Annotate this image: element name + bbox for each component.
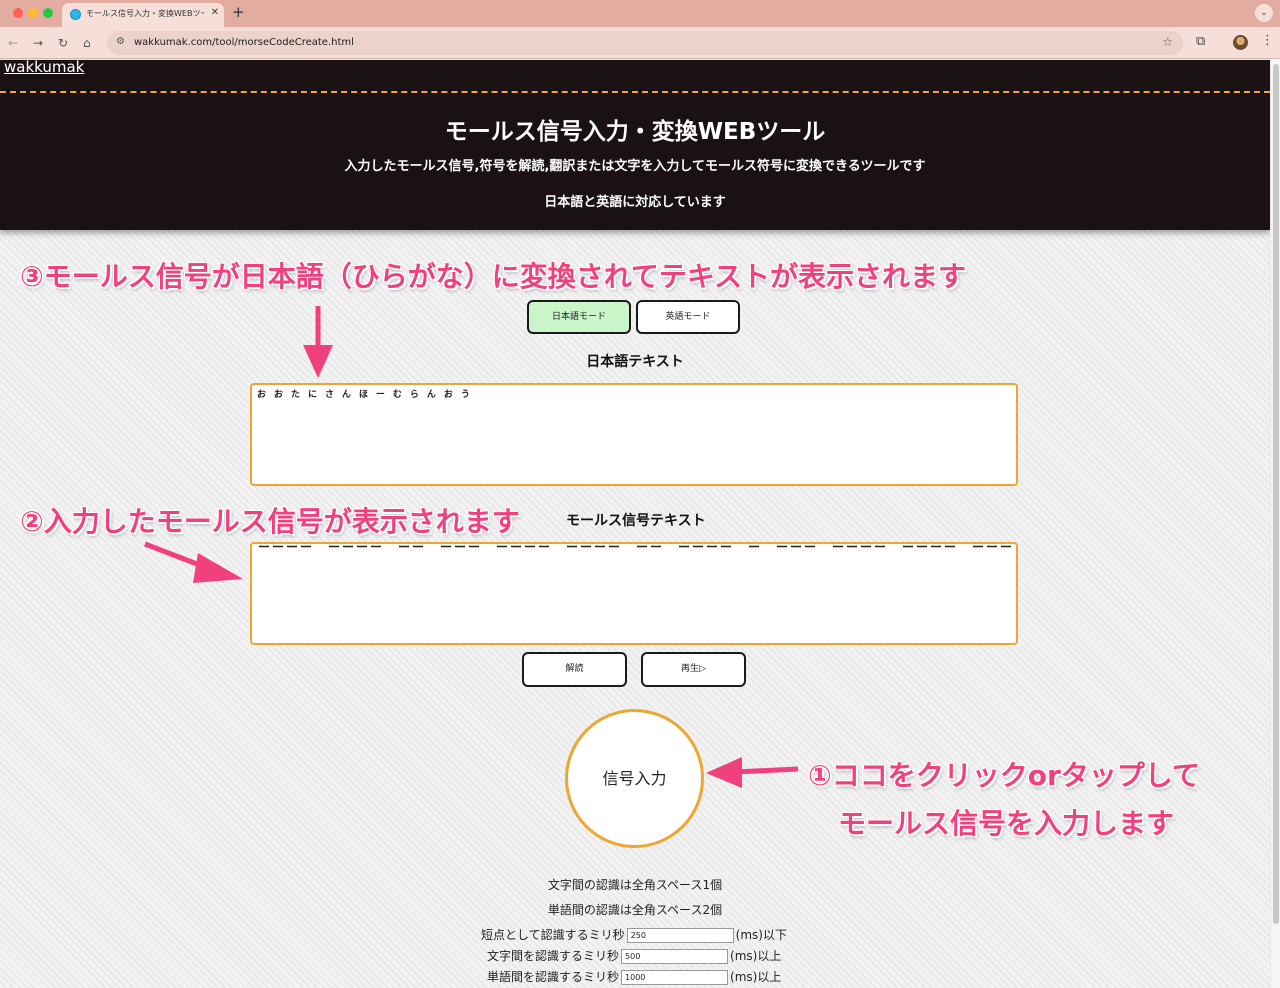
annotation-step2: ②入力したモールス信号が表示されます [20,505,520,538]
reload-icon[interactable]: ↻ [58,35,68,51]
annotation-step1-line2: モールス信号を入力します [838,807,1175,840]
site-header: wakkumak モールス信号入力・変換WEBツール 入力したモールス信号,符号… [0,58,1270,230]
url-text[interactable]: wakkumak.com/tool/morseCodeCreate.html [134,37,354,48]
char-ms-label: 文字間を認識するミリ秒 [487,949,620,963]
annotation-step3: ③モールス信号が日本語（ひらがな）に変換されてテキストが表示されます [20,260,967,293]
arrow-to-morse-icon [144,541,243,583]
word-ms-unit: (ms)以上 [730,970,782,984]
short-ms-label: 短点として認識するミリ秒 [481,928,625,942]
char-ms-setting: 文字間を認識するミリ秒 500 (ms)以上 [487,947,781,964]
forward-icon[interactable]: → [33,35,43,51]
browser-tab[interactable]: モールス信号入力・変換WEBツール ✕ [62,3,224,27]
morse-text-value: ーーーー ーーーー ーー ーーー ーーーー ーーーー ーー ーーーー ー ーーー… [258,542,1015,554]
browser-tab-bar: モールス信号入力・変換WEBツール ✕ + ⌄ [0,0,1280,27]
page-scrollbar[interactable] [1270,60,1280,988]
browser-menu-icon[interactable]: ⋮ [1261,33,1274,48]
word-ms-input[interactable]: 1000 [621,970,729,985]
page-description: 入力したモールス信号,符号を解読,翻訳または文字を入力してモールス符号に変換でき… [344,159,926,174]
site-logo-link[interactable]: wakkumak [4,58,84,76]
profile-avatar[interactable] [1233,35,1248,50]
home-icon[interactable]: ⌂ [83,35,91,51]
decode-button[interactable]: 解読 [522,652,627,687]
morse-textarea[interactable]: ーーーー ーーーー ーー ーーー ーーーー ーーーー ーー ーーーー ー ーーー… [250,542,1018,645]
close-window-icon[interactable] [13,8,23,18]
maximize-window-icon[interactable] [43,8,53,18]
site-info-icon[interactable]: ⚙ [116,36,125,47]
morse-text-label: モールス信号テキスト [566,513,706,529]
back-icon[interactable]: ← [8,35,18,51]
char-ms-input[interactable]: 500 [621,949,729,964]
word-ms-label: 単語間を認識するミリ秒 [487,970,620,984]
page-title: モールス信号入力・変換WEBツール [444,119,826,145]
tab-search-icon[interactable]: ⌄ [1255,4,1273,22]
english-mode-button[interactable]: 英語モード [636,300,740,334]
signal-input-button[interactable]: 信号入力 [565,709,704,848]
word-gap-note: 単語間の認識は全角スペース2個 [547,903,723,917]
new-tab-button[interactable]: + [232,3,245,21]
char-ms-unit: (ms)以上 [730,949,782,963]
japanese-textarea[interactable]: おおたにさんほーむらんおう [250,383,1018,486]
play-button[interactable]: 再生▷ [641,652,746,687]
browser-toolbar: ← → ↻ ⌂ ⚙ wakkumak.com/tool/morseCodeCre… [0,27,1280,59]
japanese-text-label: 日本語テキスト [586,354,684,370]
short-ms-unit: (ms)以下 [735,928,787,942]
extensions-icon[interactable]: ⧉ [1196,34,1205,49]
short-ms-input[interactable]: 250 [626,928,734,943]
header-divider [0,91,1270,93]
word-ms-setting: 単語間を認識するミリ秒 1000 (ms)以上 [487,968,781,985]
bookmark-star-icon[interactable]: ☆ [1162,35,1173,49]
address-bar[interactable]: ⚙ wakkumak.com/tool/morseCodeCreate.html… [107,31,1183,55]
tab-title: モールス信号入力・変換WEBツール [86,9,204,18]
language-support-text: 日本語と英語に対応しています [544,195,726,210]
favicon-icon [70,9,81,20]
char-gap-note: 文字間の認識は全角スペース1個 [547,878,723,892]
arrow-to-signal-icon [706,757,799,788]
scrollbar-thumb[interactable] [1273,64,1279,924]
minimize-window-icon[interactable] [28,8,38,18]
japanese-mode-button[interactable]: 日本語モード [527,300,631,334]
tab-close-icon[interactable]: ✕ [211,7,219,18]
short-ms-setting: 短点として認識するミリ秒 250 (ms)以下 [481,926,787,943]
annotation-step1-line1: ①ココをクリックorタップして [808,759,1200,792]
page-content: wakkumak モールス信号入力・変換WEBツール 入力したモールス信号,符号… [0,58,1270,988]
